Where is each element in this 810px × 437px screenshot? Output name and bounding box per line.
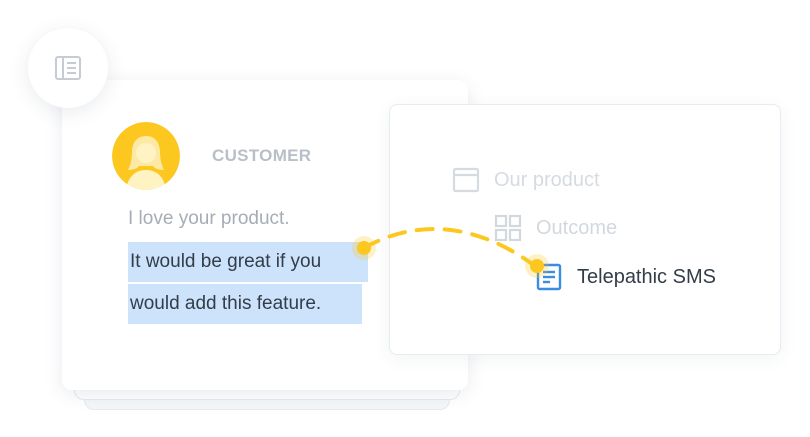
user-avatar-icon <box>112 122 180 190</box>
tree-item-label: Telepathic SMS <box>577 265 716 288</box>
tree-item-our-product[interactable]: Our product <box>452 166 600 194</box>
notes-icon <box>55 56 81 80</box>
tree-item-telepathic-sms[interactable]: Telepathic SMS <box>535 262 716 292</box>
notes-circle-button[interactable] <box>28 28 108 108</box>
message-line-plain: I love your product. <box>128 208 290 229</box>
message-highlight-line-2[interactable]: would add this feature. <box>128 284 362 324</box>
tree-item-outcome[interactable]: Outcome <box>494 214 617 242</box>
tree-item-label: Our product <box>494 168 600 191</box>
customer-avatar <box>112 122 180 190</box>
grid-icon <box>494 214 522 242</box>
message-highlight-line-1[interactable]: It would be great if you <box>128 242 368 282</box>
document-icon <box>536 263 562 291</box>
tree-item-label: Outcome <box>536 216 618 239</box>
window-icon <box>452 167 480 193</box>
customer-role-label: CUSTOMER <box>212 146 312 165</box>
